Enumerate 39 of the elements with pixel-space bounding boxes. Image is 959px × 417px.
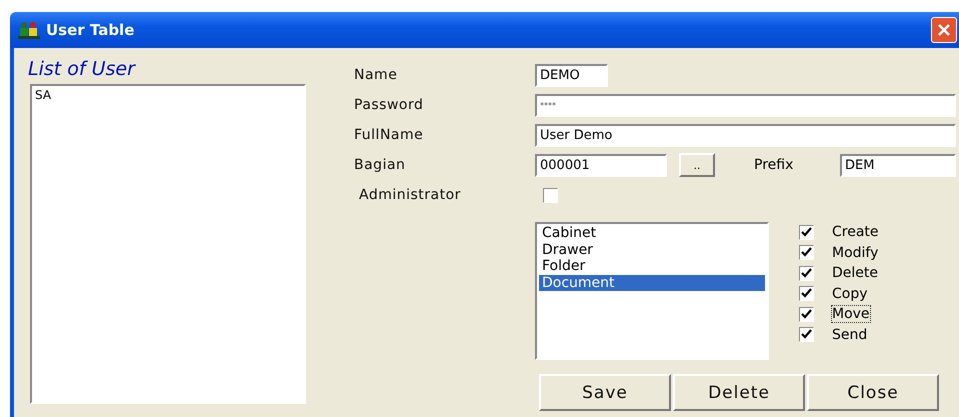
field-label: Bagian xyxy=(354,157,406,173)
checkbox[interactable] xyxy=(799,224,814,240)
checkbox-label[interactable]: Move xyxy=(831,305,871,324)
checkbox-label[interactable]: Create xyxy=(831,223,880,242)
level-item[interactable]: Folder xyxy=(539,258,765,274)
checkbox[interactable] xyxy=(543,188,558,202)
list-title: List of User xyxy=(28,58,137,82)
checkbox-label[interactable]: Copy xyxy=(831,284,869,303)
checkbox-label[interactable]: Delete xyxy=(831,264,879,282)
level-item[interactable]: Cabinet xyxy=(539,225,765,242)
password-field[interactable]: **** xyxy=(535,94,956,116)
browse-button[interactable]: .. xyxy=(679,153,715,177)
name-field[interactable]: DEMO xyxy=(535,64,608,86)
user-item[interactable]: SA xyxy=(35,87,301,103)
user-list[interactable]: SA xyxy=(30,84,306,404)
prefix-field[interactable]: DEM xyxy=(840,154,956,176)
window-title: User Table xyxy=(46,21,134,39)
bagian-field[interactable]: 000001 xyxy=(535,154,667,176)
dialog-button[interactable]: Save xyxy=(539,374,671,411)
close-icon[interactable] xyxy=(931,17,957,43)
checkbox[interactable] xyxy=(799,327,814,342)
checkbox[interactable] xyxy=(799,306,814,322)
checkbox[interactable] xyxy=(799,286,814,302)
field-label: Administrator xyxy=(358,187,462,203)
dialog-button[interactable]: Delete xyxy=(673,374,805,411)
field-label: FullName xyxy=(354,127,424,143)
checkbox[interactable] xyxy=(799,245,814,260)
field-label: Password xyxy=(354,97,424,113)
people-icon xyxy=(18,21,40,39)
field-label: Name xyxy=(354,67,398,83)
dialog-button[interactable]: Close xyxy=(807,374,939,411)
checkbox-label[interactable]: Send xyxy=(831,326,868,344)
checkbox[interactable] xyxy=(799,266,814,281)
level-item[interactable]: Document xyxy=(539,274,765,291)
level-item[interactable]: Drawer xyxy=(539,242,765,258)
field-label: Prefix xyxy=(754,157,794,173)
fullname-field[interactable]: User Demo xyxy=(535,124,956,146)
level-list[interactable]: Cabinet Drawer Folder Document xyxy=(535,222,769,360)
checkbox-label[interactable]: Modify xyxy=(831,244,880,262)
